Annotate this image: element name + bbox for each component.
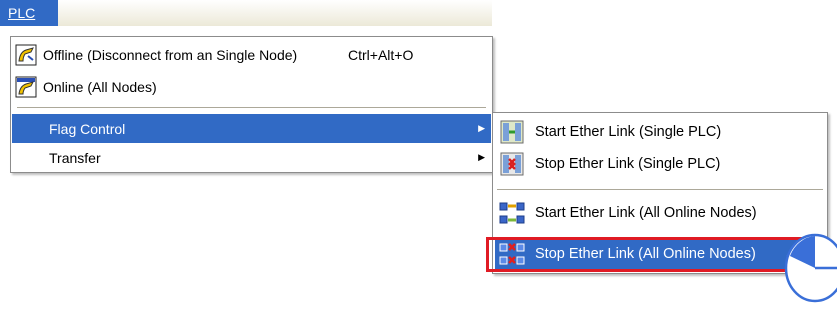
mouse-icon <box>784 233 837 303</box>
mouse-click-annotation <box>784 233 837 303</box>
